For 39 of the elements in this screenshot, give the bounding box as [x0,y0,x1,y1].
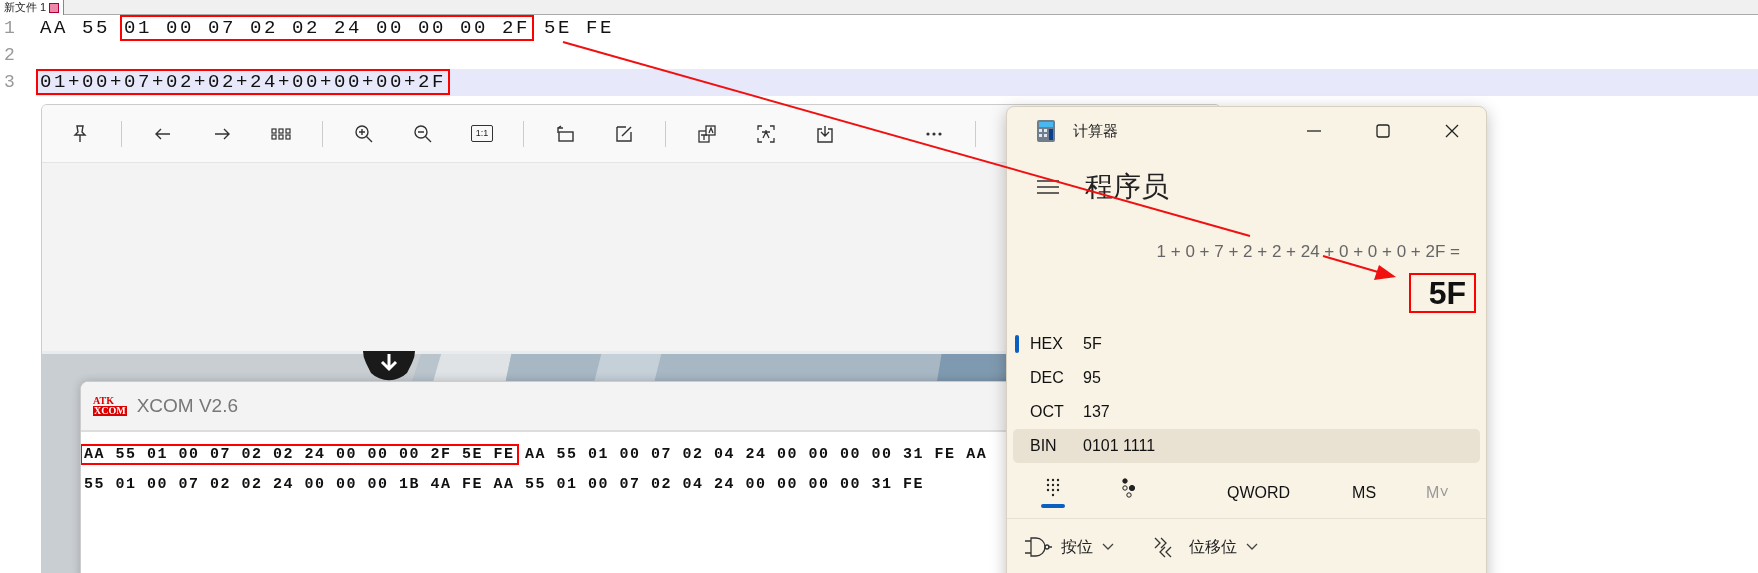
logic-gate-icon [1025,536,1053,558]
actual-size-button[interactable]: 1:1 [462,113,502,154]
word-size-button[interactable]: QWORD [1221,479,1297,506]
radix-row[interactable]: OCT 137 [1013,395,1480,429]
radix-row[interactable]: HEX 5F [1013,327,1480,361]
code-text: 5E FE [543,16,616,42]
bitwise-dropdown[interactable]: 按位 [1019,534,1121,560]
edit-icon[interactable] [614,123,634,144]
menu-icon[interactable] [1037,179,1059,195]
calculator-icon [1037,120,1055,142]
chevron-down-icon [1101,542,1115,552]
app-logo: ATK XCOM [93,396,127,416]
download-button[interactable] [363,351,415,381]
window-title: XCOM V2.6 [136,393,239,418]
memory-button[interactable]: MS [1346,479,1383,506]
radix-row[interactable]: BIN 0101 1111 [1013,429,1480,463]
received-data: 55 01 00 07 02 02 24 00 00 00 1B 4A FE AA 55 01 00 07 02 04 24 00 00 00 00 31 FE [83,475,926,495]
line-number: 3 [0,69,36,96]
minimize-icon [1306,130,1321,132]
expression: 1 + 0 + 7 + 2 + 2 + 24 + 0 + 0 + 0 + 2F = [1156,242,1460,261]
bit-shift-dropdown[interactable]: 位移位 [1147,534,1265,560]
radix-row[interactable]: DEC 95 [1013,361,1480,395]
file-tab[interactable]: 新文件 1 [0,0,65,15]
download-icon[interactable] [815,123,835,144]
scan-text-icon[interactable] [756,123,776,144]
bit-toggle-icon [1121,477,1137,498]
code-text: AA 55 [39,16,111,42]
chevron-down-icon [1245,542,1259,552]
keypad-icon [1045,477,1061,498]
zoom-in-icon[interactable] [354,123,374,144]
window-title: 计算器 [1073,120,1118,141]
highlighted-code: 01 00 07 02 02 24 00 00 00 2F [120,15,535,42]
zoom-out-icon[interactable] [413,123,433,144]
highlighted-code: 01+00+07+02+02+24+00+00+00+2F [36,69,451,96]
received-data: AA 55 01 00 07 02 04 24 00 00 00 00 31 FE AA [524,445,989,465]
translate-icon[interactable] [697,123,717,144]
highlighted-data: AA 55 01 00 07 02 02 24 00 00 00 2F 5E FE [81,444,519,465]
result-value: 5F [1408,273,1476,313]
rotate-icon[interactable] [555,123,575,144]
